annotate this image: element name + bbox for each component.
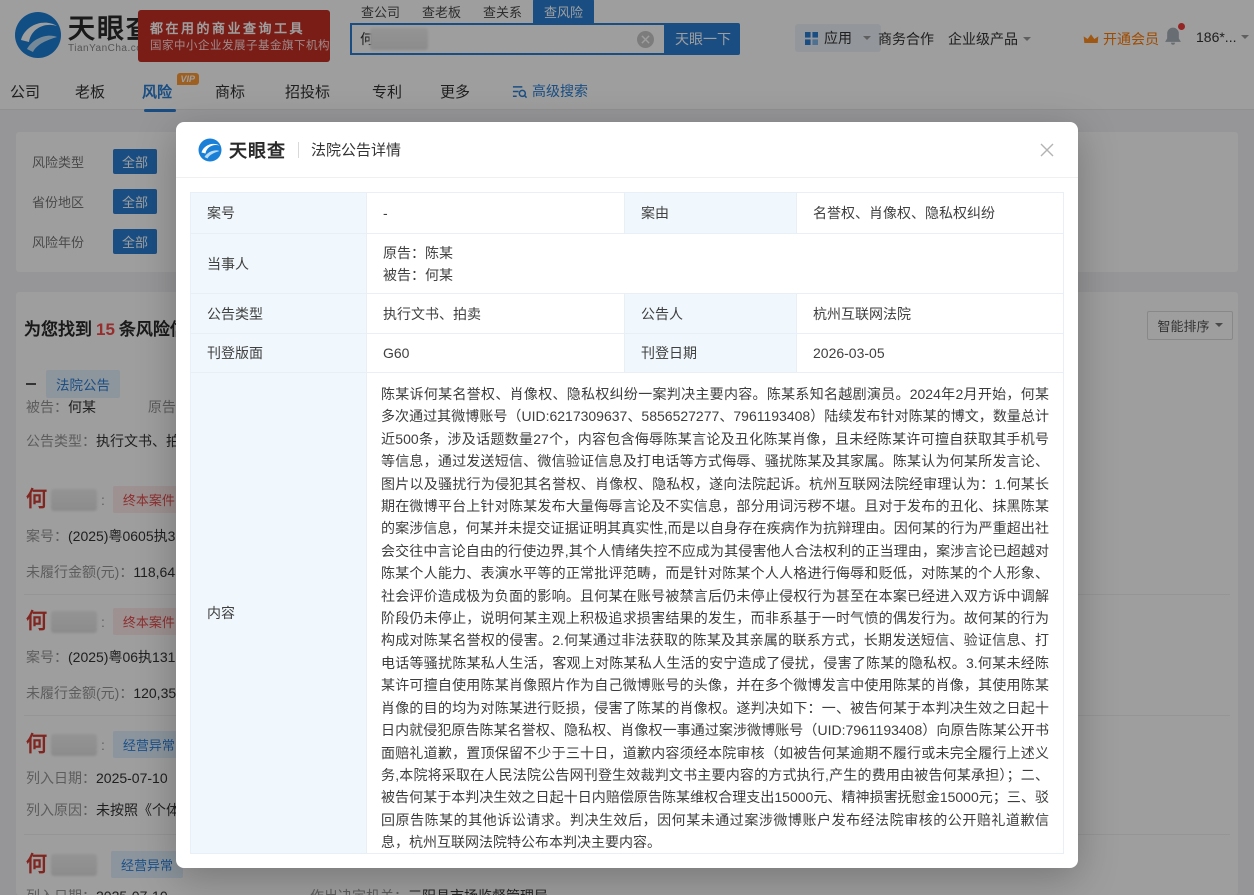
announcer-label: 公告人 <box>625 294 797 334</box>
content-value: 陈某诉何某名誉权、肖像权、隐私权纠纷一案判决主要内容。陈某系知名越剧演员。202… <box>367 373 1063 853</box>
content-label: 内容 <box>191 373 367 853</box>
parties-label: 当事人 <box>191 234 367 294</box>
page-value: G60 <box>367 334 625 373</box>
announcement-detail-table: 案号 - 案由 名誉权、肖像权、隐私权纠纷 当事人 原告：陈某 被告：何某 公告… <box>190 192 1064 854</box>
cause-value: 名誉权、肖像权、隐私权纠纷 <box>797 193 1063 234</box>
case-number-label: 案号 <box>191 193 367 234</box>
announcement-type-value: 执行文书、拍卖 <box>367 294 625 334</box>
announcement-type-label: 公告类型 <box>191 294 367 334</box>
modal-title: 法院公告详情 <box>311 139 401 160</box>
defendant-line: 被告：何某 <box>383 264 453 286</box>
modal-header: 天眼查 法院公告详情 <box>176 122 1078 178</box>
publish-date-label: 刊登日期 <box>625 334 797 373</box>
cause-label: 案由 <box>625 193 797 234</box>
page-label: 刊登版面 <box>191 334 367 373</box>
publish-date-value: 2026-03-05 <box>797 334 1063 373</box>
plaintiff-line: 原告：陈某 <box>383 242 453 264</box>
parties-value: 原告：陈某 被告：何某 <box>367 234 1063 294</box>
separator <box>298 142 299 158</box>
brand-name: 天眼查 <box>229 137 286 163</box>
close-icon[interactable] <box>1036 139 1058 161</box>
court-announcement-modal: 天眼查 法院公告详情 案号 - 案由 名誉权、肖像权、隐私权纠纷 当事人 原告：… <box>176 122 1078 868</box>
case-number-value: - <box>367 193 625 234</box>
announcer-value: 杭州互联网法院 <box>797 294 1063 334</box>
tianyancha-logo-icon <box>198 138 222 162</box>
